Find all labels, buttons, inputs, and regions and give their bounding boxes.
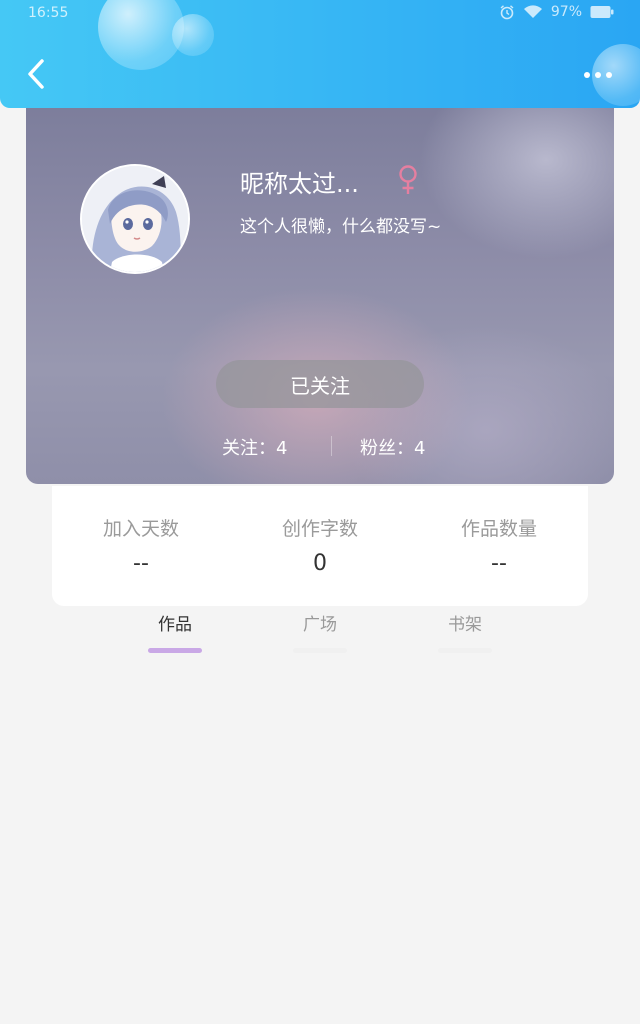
tab-indicator <box>438 648 492 653</box>
divider <box>331 436 332 456</box>
status-bar: 16:55 97% <box>0 0 640 28</box>
more-dots-icon <box>584 72 590 78</box>
join-days-stat: 加入天数 -- <box>52 514 230 576</box>
tab-indicator <box>148 648 202 653</box>
nickname: 昵称太过... <box>240 170 359 198</box>
profile-card: 昵称太过... 这个人很懒，什么都没写~ 已关注 关注：4 粉丝：4 <box>26 100 614 484</box>
tab-bookshelf-label: 书架 <box>448 615 482 635</box>
alarm-icon <box>499 4 515 20</box>
battery-icon <box>590 5 614 19</box>
avatar[interactable] <box>80 164 190 274</box>
female-icon <box>396 164 420 200</box>
info-card: 加入天数 -- 创作字数 0 作品数量 -- <box>52 486 588 606</box>
works-count-stat: 作品数量 -- <box>410 514 588 576</box>
follow-button[interactable]: 已关注 <box>216 360 424 408</box>
tab-square-label: 广场 <box>303 615 337 635</box>
bio: 这个人很懒，什么都没写~ <box>240 217 442 237</box>
status-time: 16:55 <box>28 5 69 21</box>
tab-indicator <box>293 648 347 653</box>
word-count-label: 创作字数 <box>281 518 358 540</box>
tab-works-label: 作品 <box>158 615 192 635</box>
more-options-button[interactable] <box>578 62 618 88</box>
word-count-stat: 创作字数 0 <box>231 514 409 576</box>
fans-count[interactable]: 粉丝：4 <box>360 434 425 460</box>
word-count-value: 0 <box>313 551 327 576</box>
top-header: 16:55 97% <box>0 0 640 108</box>
back-button[interactable] <box>18 56 54 96</box>
chevron-left-icon <box>26 58 46 94</box>
tab-square[interactable]: 广场 <box>270 610 370 653</box>
works-count-value: -- <box>491 551 507 576</box>
join-days-value: -- <box>133 551 149 576</box>
works-count-label: 作品数量 <box>460 518 537 540</box>
status-icons: 97% <box>499 4 614 20</box>
content-tabs: 作品 广场 书架 <box>0 610 640 660</box>
follow-stats: 关注：4 粉丝：4 <box>26 434 614 460</box>
join-days-label: 加入天数 <box>102 518 179 540</box>
battery-percent: 97% <box>550 4 582 20</box>
following-count[interactable]: 关注：4 <box>222 434 287 460</box>
tab-bookshelf[interactable]: 书架 <box>415 610 515 653</box>
tab-works[interactable]: 作品 <box>125 610 225 653</box>
wifi-icon <box>523 4 543 20</box>
